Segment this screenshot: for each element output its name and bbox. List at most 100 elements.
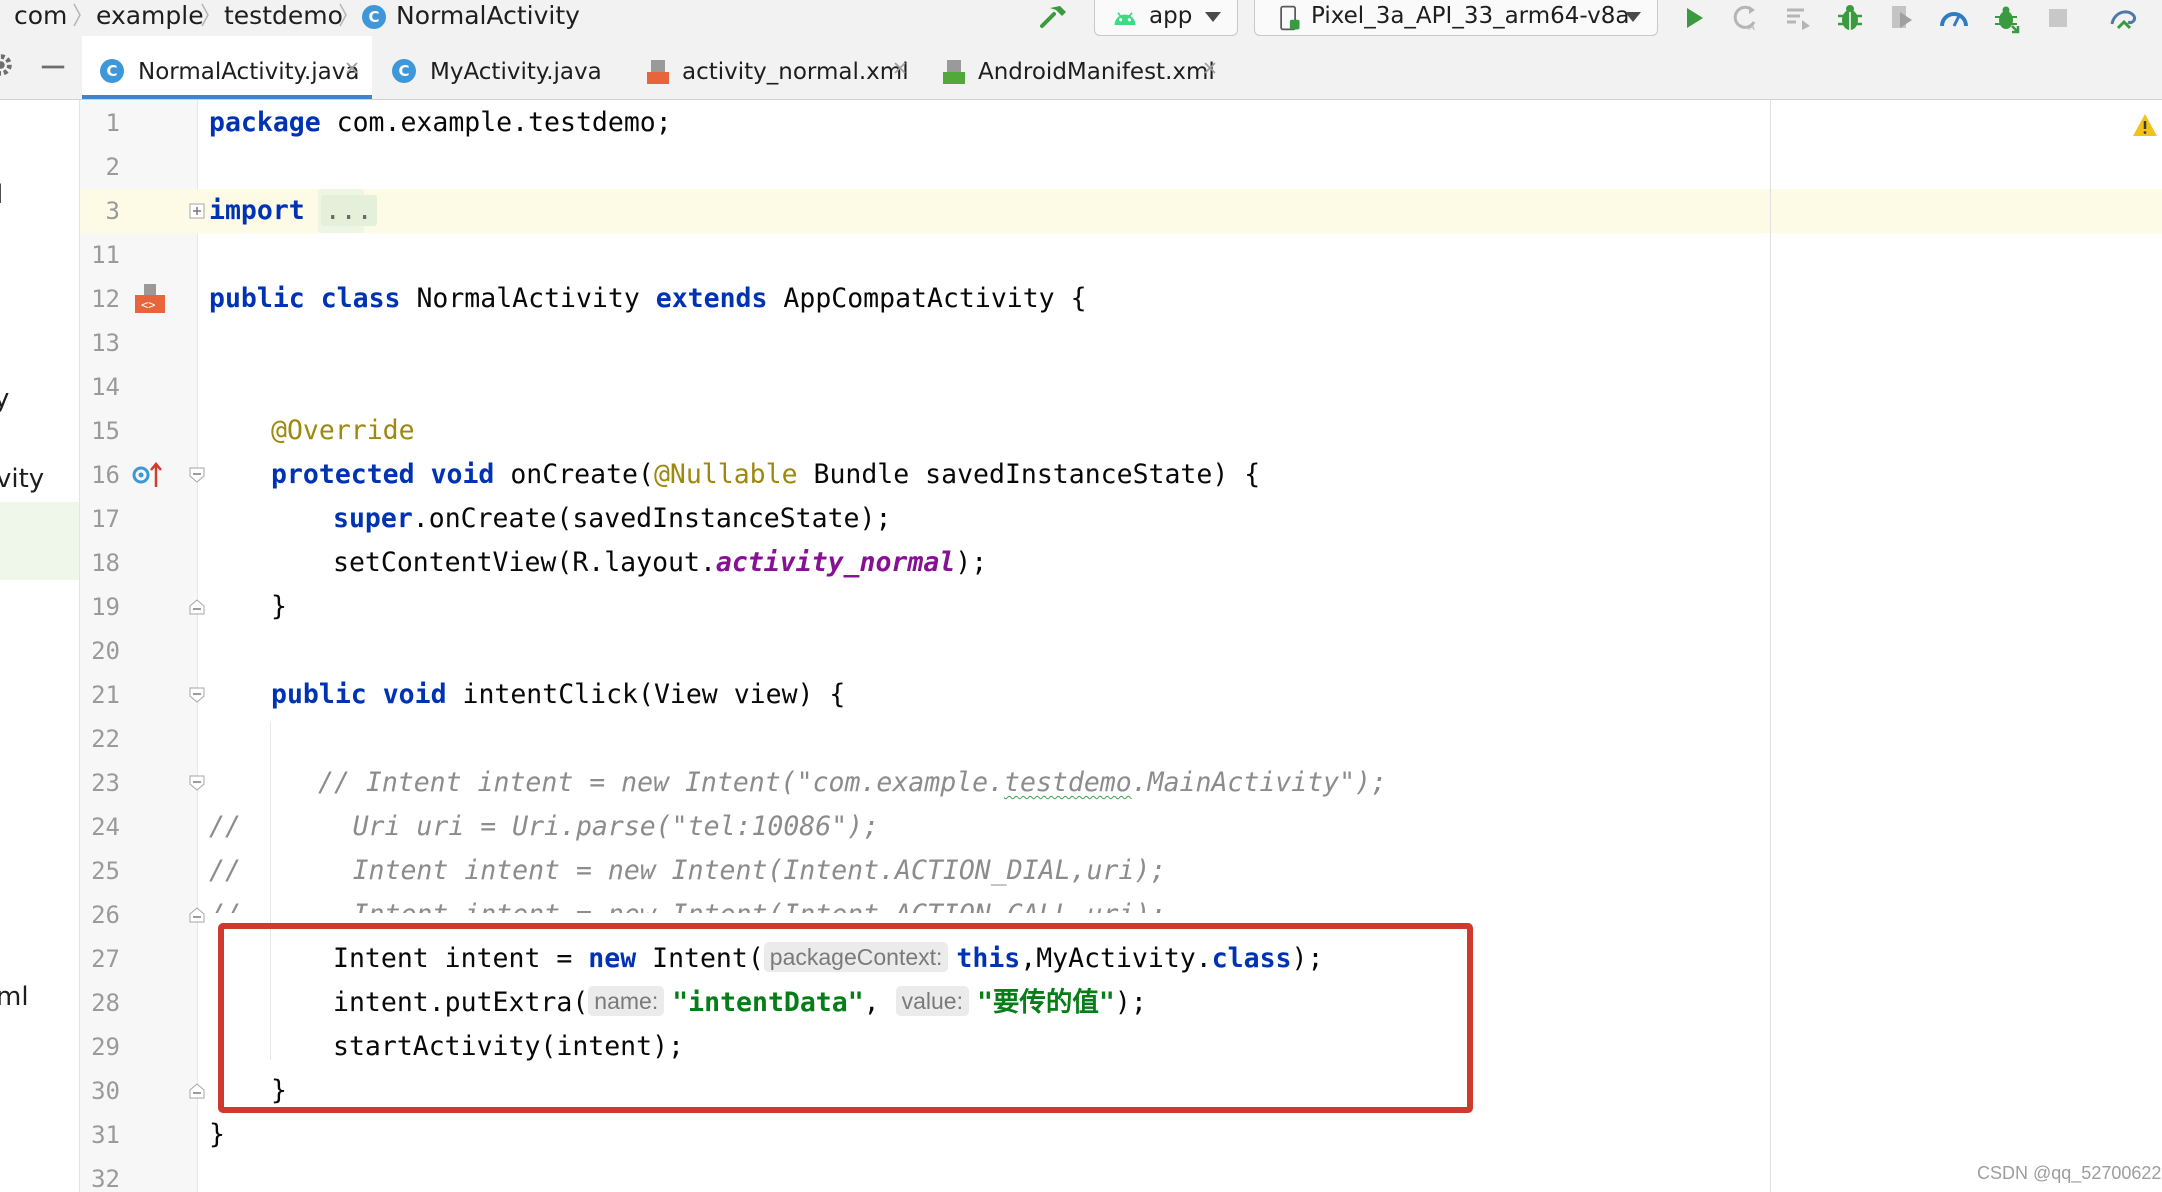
code-line-24[interactable]: // Uri uri = Uri.parse("tel:10086"); <box>209 805 879 849</box>
tab-normalactivity-java[interactable]: C NormalActivity.java <box>82 36 372 99</box>
close-icon[interactable] <box>1202 60 1218 76</box>
tab-activity-normal-xml[interactable]: activity_normal.xml <box>636 36 918 99</box>
fold-expand-icon[interactable] <box>188 202 206 220</box>
tree-item-fragment[interactable]: l <box>0 180 3 210</box>
line-number: 3 <box>105 197 120 225</box>
line-number: 18 <box>91 549 120 577</box>
line-number: 15 <box>91 417 120 445</box>
line-number: 30 <box>91 1077 120 1105</box>
line-number: 32 <box>91 1165 120 1192</box>
fold-collapse-icon[interactable] <box>188 466 206 484</box>
comment: .MainActivity"); <box>1131 767 1387 798</box>
tab-label: activity_normal.xml <box>682 59 909 85</box>
comment: // Intent intent = new Intent(Intent.ACT… <box>209 855 1167 886</box>
attach-debugger-icon[interactable] <box>1990 2 2022 34</box>
keyword: protected <box>271 459 415 490</box>
run-config-label: app <box>1149 3 1193 29</box>
device-phone-icon <box>1275 4 1303 32</box>
keyword: extends <box>655 283 768 314</box>
line-number: 22 <box>91 725 120 753</box>
close-icon[interactable] <box>892 60 908 76</box>
code-text: Bundle savedInstanceState) { <box>797 459 1261 490</box>
dropdown-arrow-icon <box>1205 12 1221 22</box>
close-icon[interactable] <box>344 60 360 76</box>
code-line-19[interactable]: } <box>271 585 287 629</box>
line-number: 21 <box>91 681 120 709</box>
layout-file-gutter-icon[interactable]: <> <box>132 281 168 317</box>
code-line-15[interactable]: @Override <box>271 409 415 453</box>
device-selector[interactable]: Pixel_3a_API_33_arm64-v8a <box>1254 0 1658 36</box>
code-line-25[interactable]: // Intent intent = new Intent(Intent.ACT… <box>209 849 1166 893</box>
tab-myactivity-java[interactable]: C MyActivity.java <box>374 36 636 99</box>
build-hammer-icon[interactable] <box>1038 2 1070 34</box>
apply-changes-restart-icon[interactable]: A <box>1730 2 1762 34</box>
chevron-right-icon <box>338 0 348 30</box>
tab-label: AndroidManifest.xml <box>978 59 1215 85</box>
line-number: 23 <box>91 769 120 797</box>
red-highlight-box <box>218 923 1473 1113</box>
code-line-21[interactable]: public void intentClick(View view) { <box>271 673 845 717</box>
comment: // Uri uri = Uri.parse("tel:10086"); <box>209 811 880 842</box>
code-line-18[interactable]: setContentView(R.layout.activity_normal)… <box>333 541 987 585</box>
run-config-selector[interactable]: app <box>1094 0 1238 36</box>
line-number: 26 <box>91 901 120 929</box>
gear-icon[interactable] <box>0 50 16 80</box>
right-margin-guide <box>1770 100 1771 1192</box>
fold-end-icon[interactable] <box>188 598 206 616</box>
line-number: 13 <box>91 329 120 357</box>
fold-collapse-icon[interactable] <box>188 774 206 792</box>
sync-gradle-icon[interactable] <box>2108 2 2140 34</box>
line-number: 16 <box>91 461 120 489</box>
warning-icon[interactable] <box>2132 112 2158 138</box>
fold-end-icon[interactable] <box>188 906 206 924</box>
project-tree-panel[interactable]: l y vity ml <box>0 100 80 1192</box>
line-number: 25 <box>91 857 120 885</box>
fold-collapse-icon[interactable] <box>188 686 206 704</box>
code-line-17[interactable]: super.onCreate(savedInstanceState); <box>333 497 891 541</box>
stop-icon[interactable] <box>2042 2 2074 34</box>
android-icon <box>1111 4 1139 32</box>
annotation: @Nullable <box>653 459 798 490</box>
debug-bug-icon[interactable] <box>1834 2 1866 34</box>
breadcrumb-com[interactable]: com <box>14 0 67 36</box>
tab-label: MyActivity.java <box>430 59 602 85</box>
run-icon[interactable] <box>1678 2 1710 34</box>
line-number: 11 <box>91 241 120 269</box>
keyword: package <box>209 107 321 138</box>
keyword: void <box>430 459 495 490</box>
tree-item-fragment[interactable]: y <box>0 384 9 414</box>
keyword: public <box>271 679 367 710</box>
keyword: super <box>333 503 413 534</box>
tab-androidmanifest-xml[interactable]: AndroidManifest.xml <box>932 36 1232 99</box>
java-class-icon: C <box>362 5 386 29</box>
coverage-icon[interactable] <box>1886 2 1918 34</box>
tree-item-fragment[interactable]: ml <box>0 982 29 1012</box>
line-number: 28 <box>91 989 120 1017</box>
tab-label: NormalActivity.java <box>138 59 360 85</box>
code-line-12[interactable]: public class NormalActivity extends AppC… <box>209 277 1087 321</box>
code-text: ); <box>955 547 988 578</box>
tree-item-fragment[interactable]: vity <box>0 464 44 494</box>
xml-layout-icon <box>644 58 672 86</box>
breadcrumb-testdemo[interactable]: testdemo <box>224 0 343 36</box>
code-line-1[interactable]: package com.example.testdemo; <box>209 101 672 145</box>
line-number: 29 <box>91 1033 120 1061</box>
code-line-23[interactable]: // Intent intent = new Intent("com.examp… <box>318 761 1387 805</box>
apply-code-changes-icon[interactable] <box>1782 2 1814 34</box>
code-line-3[interactable]: import ... <box>209 189 377 233</box>
override-method-icon[interactable] <box>130 457 166 493</box>
breadcrumb-example[interactable]: example <box>96 0 204 36</box>
line-number: 20 <box>91 637 120 665</box>
keyword: class <box>320 283 401 314</box>
code-line-31[interactable]: } <box>209 1113 225 1157</box>
code-line-16[interactable]: protected void onCreate(@Nullable Bundle… <box>271 453 1260 497</box>
breadcrumb-normalactivity[interactable]: NormalActivity <box>396 0 580 36</box>
profiler-gauge-icon[interactable] <box>1938 2 1970 34</box>
line-number: 27 <box>91 945 120 973</box>
minimize-icon[interactable] <box>38 52 68 82</box>
static-field: activity_normal <box>715 547 956 578</box>
folded-imports[interactable]: ... <box>320 195 377 226</box>
fold-end-icon[interactable] <box>188 1082 206 1100</box>
line-number: 24 <box>91 813 120 841</box>
chevron-right-icon <box>200 0 210 30</box>
